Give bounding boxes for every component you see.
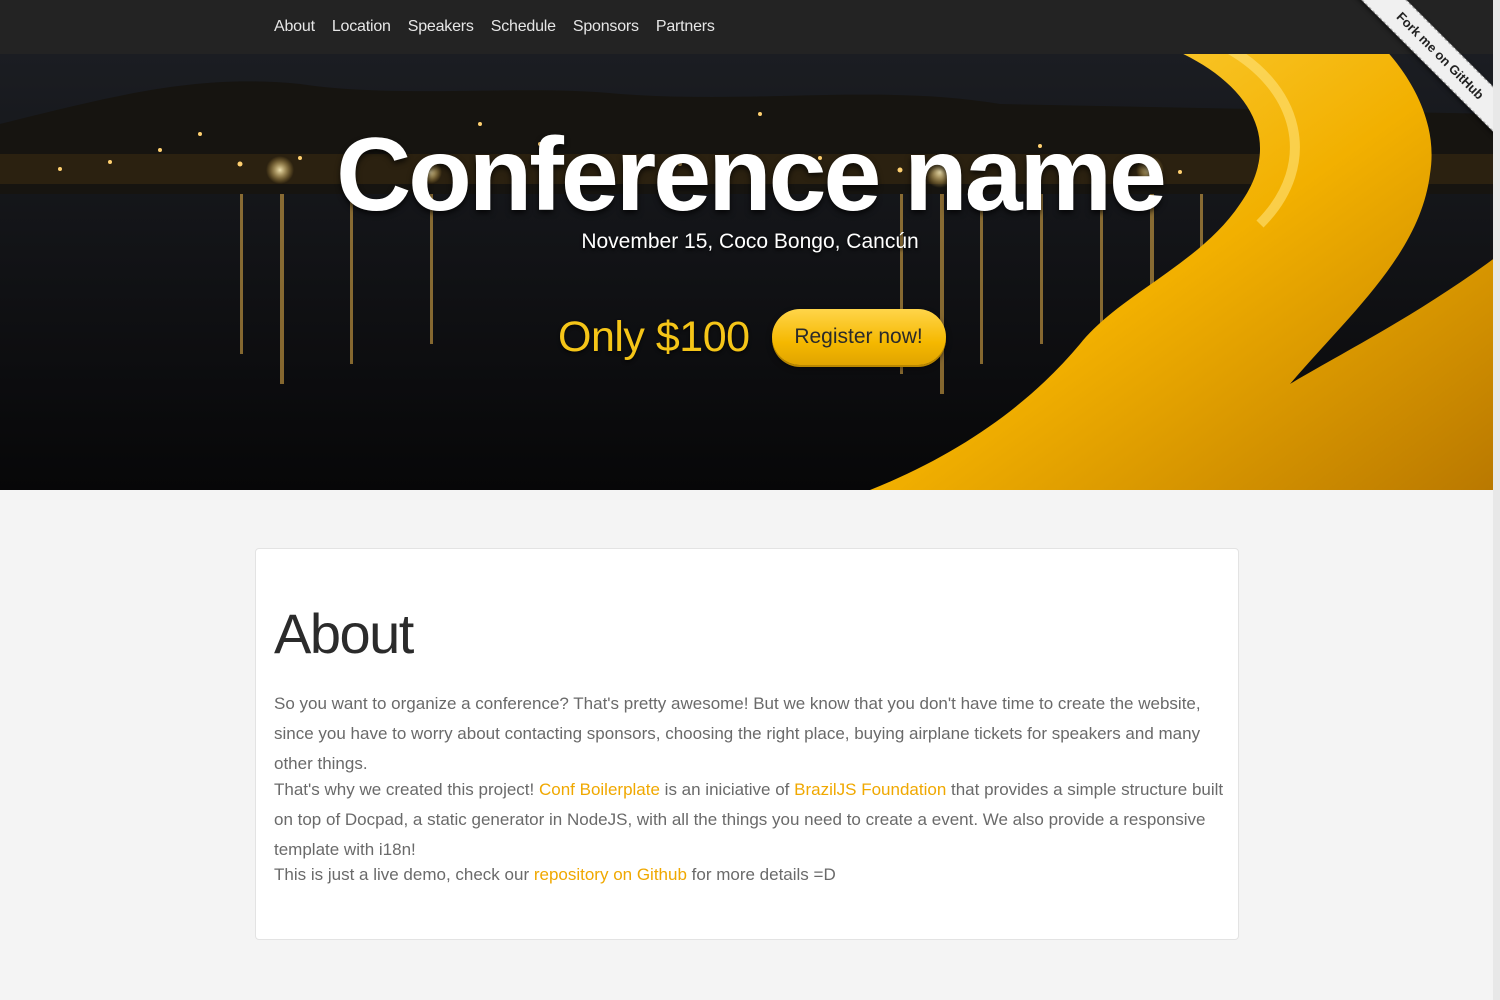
brazilјs-foundation-link[interactable]: BrazilJS Foundation	[794, 780, 946, 799]
about-p3-text-start: This is just a live demo, check our	[274, 865, 534, 884]
github-repository-link[interactable]: repository on Github	[534, 865, 687, 884]
ticket-price: Only $100	[558, 312, 750, 361]
hero-subtitle: November 15, Coco Bongo, Cancún	[581, 230, 919, 253]
nav-item-schedule[interactable]: Schedule	[491, 18, 556, 36]
nav-item-location[interactable]: Location	[332, 18, 391, 36]
page-scrollbar[interactable]	[1493, 0, 1500, 1000]
nav-list: About Location Speakers Schedule Sponsor…	[274, 0, 732, 54]
nav-item-partners[interactable]: Partners	[656, 18, 715, 36]
fork-me-ribbon[interactable]: Fork me on GitHub	[1350, 0, 1500, 146]
about-section: About So you want to organize a conferen…	[255, 548, 1239, 940]
about-p2-text-mid: is an iniciative of	[659, 780, 795, 799]
conf-boilerplate-link[interactable]: Conf Boilerplate	[539, 780, 660, 799]
nav-item-sponsors[interactable]: Sponsors	[573, 18, 639, 36]
nav-item-speakers[interactable]: Speakers	[408, 18, 474, 36]
top-navbar: About Location Speakers Schedule Sponsor…	[0, 0, 1500, 54]
about-p2-text-start: That's why we created this project!	[274, 780, 539, 799]
hero-title: Conference name	[336, 117, 1167, 233]
nav-item-about[interactable]: About	[274, 18, 315, 36]
hero-banner: Conference name November 15, Coco Bongo,…	[0, 54, 1500, 490]
github-ribbon-container: Fork me on GitHub	[1350, 0, 1500, 150]
hero-cta: Only $100 Register now!	[558, 309, 946, 365]
about-p3-text-end: for more details =D	[686, 865, 836, 884]
about-paragraph-1: So you want to organize a conference? Th…	[274, 694, 1201, 773]
about-heading: About	[274, 602, 414, 665]
about-paragraph-2: That's why we created this project! Conf…	[274, 775, 1229, 865]
register-button[interactable]: Register now!	[771, 309, 946, 365]
about-paragraph-3: This is just a live demo, check our repo…	[274, 860, 1229, 890]
